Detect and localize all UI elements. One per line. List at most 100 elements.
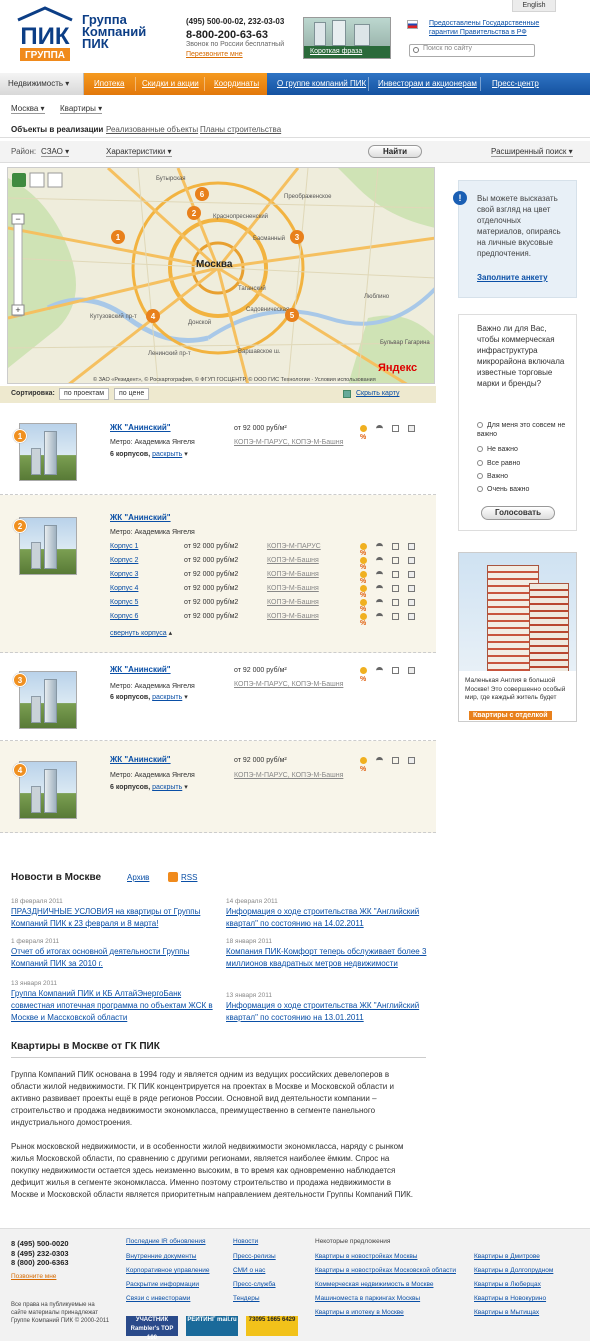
sort-bar: Сортировка: по проектам по цене Скрыть к… [0,386,436,403]
footer-link[interactable]: Квартиры в Долгопрудном [474,1267,553,1274]
footer-link[interactable]: Связи с инвесторами [126,1295,190,1302]
footer-callback-link[interactable]: Позвоните мне [11,1273,56,1280]
pik-logo[interactable]: ПИК ГРУППА [14,6,76,64]
rambler-counter[interactable]: УЧАСТНИК Rambler's TOP 100 [126,1316,178,1341]
collapse-link[interactable]: свернуть корпуса [110,630,167,637]
korpus-link[interactable]: Корпус 2 [110,557,138,564]
callback-link[interactable]: Перезвоните мне [186,50,284,60]
korpus-row: Корпус 3 от 92 000 руб/м2 КОПЭ-М-Башня% [110,571,430,585]
object-photo[interactable] [19,423,77,481]
side-banner[interactable]: Маленькая Англия в большой Москве! Это с… [458,552,577,722]
expand-link[interactable]: раскрыть [152,694,182,701]
nav-about[interactable]: О группе компаний ПИК [269,73,374,95]
find-button[interactable]: Найти [368,145,422,158]
nav-coords[interactable]: Координаты [206,73,267,95]
about-paragraph: Группа Компаний ПИК основана в 1994 году… [11,1070,394,1127]
svg-text:Варшавское ш.: Варшавское ш. [238,349,281,355]
svg-text:Басманный: Басманный [253,235,285,242]
korpus-link[interactable]: Корпус 5 [110,599,138,606]
footer-link[interactable]: Квартиры в новостройках Московской облас… [315,1267,456,1274]
object-photo[interactable] [19,671,77,729]
nav-realty[interactable]: Недвижимость ▾ [0,73,84,95]
liveinternet-counter[interactable]: 73095 1665 6429 [246,1316,298,1336]
footer-copyright: Все права на публикуемые на сайте матери… [11,1302,110,1324]
footer-link[interactable]: Квартиры в новостройках Москвы [315,1253,417,1260]
promo-banner[interactable]: Короткая фраза [303,17,391,59]
korpus-row: Корпус 6 от 92 000 руб/м2 КОПЭ-М-Башня% [110,613,430,627]
svg-text:+: + [15,305,20,315]
footer-link[interactable]: Квартиры в Дмитрове [474,1253,540,1260]
footer-link[interactable]: Квартиры в Люберцах [474,1281,541,1288]
object-title-link[interactable]: ЖК "Анинский" [110,755,171,764]
footer-link[interactable]: Коммерческая недвижимость в Москве [315,1281,433,1288]
expand-link[interactable]: раскрыть [152,784,182,791]
korpus-link[interactable]: Корпус 4 [110,585,138,592]
footer-link[interactable]: Раскрытие информации [126,1281,199,1288]
city-map[interactable]: Москва Бутырская Преображенское Краснопр… [7,167,435,384]
rss-link[interactable]: RSS [181,873,197,882]
footer-link[interactable]: Машиноместа в паркингах Москвы [315,1295,420,1302]
object-photo[interactable] [19,517,77,575]
search-input[interactable]: Поиск по сайту [409,44,535,57]
footer-link[interactable]: Квартиры в Мытищах [474,1309,539,1316]
korpus-row: Корпус 1 от 92 000 руб/м2 КОПЭ-М-ПАРУС% [110,543,430,557]
hide-map-link[interactable]: Скрыть карту [356,390,399,397]
news-link[interactable]: Информация о ходе строительства ЖК "Англ… [226,1000,431,1024]
poll-option[interactable]: Для меня это совсем не важно [477,421,567,439]
advanced-search-link[interactable]: Расширенный поиск ▾ [491,147,573,157]
news-title: Новости в Москве [11,872,102,883]
footer-link[interactable]: СМИ о нас [233,1267,265,1274]
language-switch[interactable]: English [512,0,556,12]
characteristics-select[interactable]: Характеристики ▾ [106,147,172,157]
object-title-link[interactable]: ЖК "Анинский" [110,423,171,432]
rss-icon [168,872,178,882]
nav-discounts[interactable]: Скидки и акции [134,73,207,95]
footer-link[interactable]: Квартиры в ипотеку в Москве [315,1309,404,1316]
footer-link[interactable]: Последние IR обновления [126,1238,206,1245]
survey-link[interactable]: Заполните анкету [477,273,568,282]
tab-plans[interactable]: Планы строительства [200,125,281,134]
news-archive-link[interactable]: Архив [127,873,149,882]
object-title-link[interactable]: ЖК "Анинский" [110,665,171,674]
poll-option[interactable]: Не важно [477,446,518,453]
nav-investors[interactable]: Инвесторам и акционерам [370,73,485,95]
type-select[interactable]: Квартиры ▾ [60,104,103,114]
tab-completed[interactable]: Реализованные объекты [106,125,198,134]
news-link[interactable]: Группа Компаний ПИК и КБ АлтайЭнергоБанк… [11,988,216,1024]
object-title-link[interactable]: ЖК "Анинский" [110,513,171,522]
korpus-link[interactable]: Корпус 1 [110,543,138,550]
news-link[interactable]: Информация о ходе строительства ЖК "Англ… [226,906,431,930]
news-link[interactable]: Отчет об итогах основной деятельности Гр… [11,946,216,970]
brand-name: Группа Компаний ПИК [82,12,147,51]
sort-by-project-button[interactable]: по проектам [59,388,110,400]
footer-link[interactable]: Новости [233,1238,258,1245]
mailru-counter[interactable]: РЕЙТИНГ mail.ru [186,1316,238,1336]
nav-mortgage[interactable]: Ипотека [86,73,133,95]
korpus-row: Корпус 4 от 92 000 руб/м2 КОПЭ-М-Башня% [110,585,430,599]
expand-link[interactable]: раскрыть [152,451,182,458]
banner-button[interactable]: Квартиры с отделкой [469,711,552,720]
svg-text:4: 4 [151,312,156,321]
nav-press[interactable]: Пресс-центр [484,73,547,95]
korpus-link[interactable]: Корпус 6 [110,613,138,620]
footer-link[interactable]: Пресс-релизы [233,1253,276,1260]
city-select[interactable]: Москва ▾ [11,104,45,114]
svg-text:Преображенское: Преображенское [284,194,332,200]
footer-link[interactable]: Квартиры в Новокурино [474,1295,546,1302]
news-link[interactable]: Компания ПИК-Комфорт теперь обслуживает … [226,946,431,970]
poll-option[interactable]: Все равно [477,460,520,467]
korpus-link[interactable]: Корпус 3 [110,571,138,578]
footer-link[interactable]: Пресс-служба [233,1281,276,1288]
vote-button[interactable]: Голосовать [481,506,555,520]
gov-guarantee-link[interactable]: Предоставлены Государственные гарантии П… [429,19,549,37]
tab-in-sale[interactable]: Объекты в реализации [11,125,103,134]
footer-link[interactable]: Внутренние документы [126,1253,196,1260]
sort-by-price-button[interactable]: по цене [114,388,150,400]
footer-link[interactable]: Тендеры [233,1295,260,1302]
district-select[interactable]: СЗАО ▾ [41,147,70,157]
poll-option[interactable]: Важно [477,473,508,480]
footer-link[interactable]: Корпоративное управление [126,1267,209,1274]
object-photo[interactable] [19,761,77,819]
poll-option[interactable]: Очень важно [477,486,529,493]
news-link[interactable]: ПРАЗДНИЧНЫЕ УСЛОВИЯ на квартиры от Групп… [11,906,216,930]
